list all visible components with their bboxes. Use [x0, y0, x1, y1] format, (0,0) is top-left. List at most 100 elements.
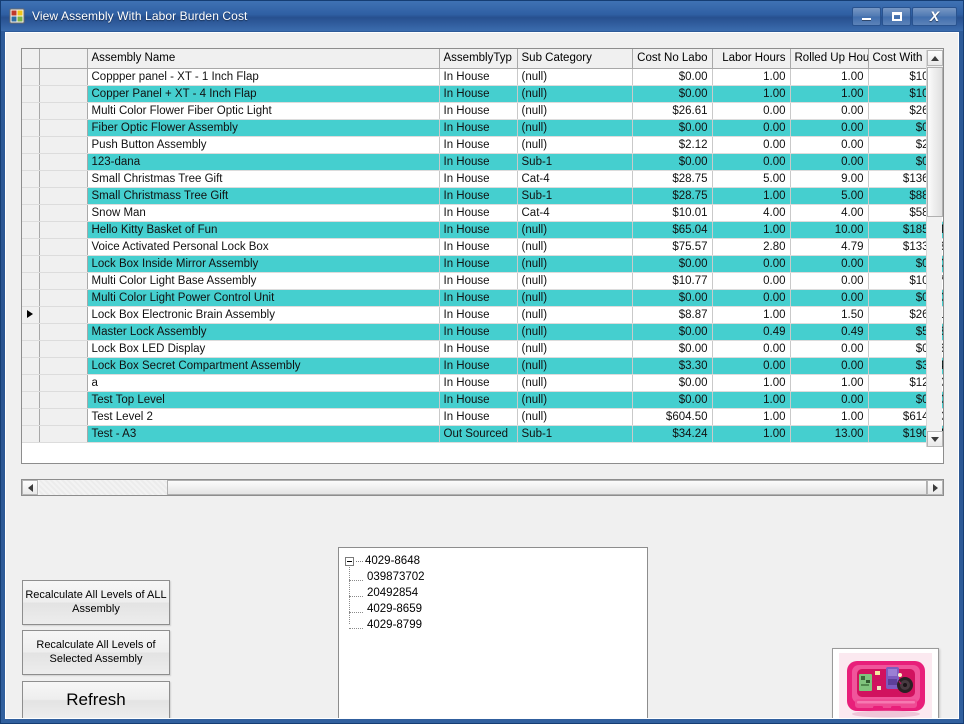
cell-assembly-type[interactable]: In House — [439, 221, 518, 239]
table-row[interactable]: Multi Color Light Power Control Unit In H… — [22, 289, 943, 307]
row-gutter-cell[interactable] — [39, 187, 88, 205]
cell-assembly-name[interactable]: Hello Kitty Basket of Fun — [87, 221, 440, 239]
row-selector-cell[interactable] — [22, 204, 40, 222]
cell-labor-hours[interactable]: 1.00 — [712, 221, 791, 239]
cell-sub-category[interactable]: (null) — [517, 357, 633, 375]
column-header-cost-no-labor[interactable]: Cost No Labo — [632, 49, 713, 69]
cell-rolled-up-hours[interactable]: 0.00 — [790, 289, 869, 307]
row-selector-cell[interactable] — [22, 408, 40, 426]
recalculate-selected-assembly-button[interactable]: Recalculate All Levels of Selected Assem… — [22, 630, 170, 675]
cell-sub-category[interactable]: (null) — [517, 289, 633, 307]
cell-cost-no-labor[interactable]: $8.87 — [632, 306, 713, 324]
cell-assembly-type[interactable]: In House — [439, 408, 518, 426]
cell-sub-category[interactable]: Cat-4 — [517, 204, 633, 222]
row-gutter-cell[interactable] — [39, 323, 88, 341]
cell-cost-no-labor[interactable]: $10.77 — [632, 272, 713, 290]
cell-labor-hours[interactable]: 0.00 — [712, 153, 791, 171]
row-selector-cell[interactable] — [22, 357, 40, 375]
cell-sub-category[interactable]: (null) — [517, 85, 633, 103]
cell-sub-category[interactable]: (null) — [517, 340, 633, 358]
cell-sub-category[interactable]: (null) — [517, 408, 633, 426]
cell-assembly-name[interactable]: Multi Color Light Base Assembly — [87, 272, 440, 290]
cell-sub-category[interactable]: (null) — [517, 391, 633, 409]
column-header-assembly-name[interactable]: Assembly Name — [87, 49, 440, 69]
row-selector-cell[interactable] — [22, 119, 40, 137]
cell-rolled-up-hours[interactable]: 0.49 — [790, 323, 869, 341]
grid-horizontal-scrollbar[interactable] — [21, 479, 944, 496]
cell-rolled-up-hours[interactable]: 1.00 — [790, 85, 869, 103]
row-gutter-cell[interactable] — [39, 238, 88, 256]
cell-cost-no-labor[interactable]: $604.50 — [632, 408, 713, 426]
cell-rolled-up-hours[interactable]: 13.00 — [790, 425, 869, 443]
cell-rolled-up-hours[interactable]: 0.00 — [790, 357, 869, 375]
minimize-button[interactable] — [852, 6, 881, 26]
cell-cost-no-labor[interactable]: $65.04 — [632, 221, 713, 239]
cell-labor-hours[interactable]: 0.00 — [712, 340, 791, 358]
cell-labor-hours[interactable]: 1.00 — [712, 425, 791, 443]
grid-vertical-scrollbar[interactable] — [926, 50, 943, 447]
scroll-up-button[interactable] — [927, 50, 943, 66]
cell-sub-category[interactable]: (null) — [517, 102, 633, 120]
cell-sub-category[interactable]: (null) — [517, 255, 633, 273]
cell-sub-category[interactable]: (null) — [517, 306, 633, 324]
table-row[interactable]: Hello Kitty Basket of Fun In House (null) $… — [22, 221, 943, 239]
row-selector-cell[interactable] — [22, 323, 40, 341]
table-row[interactable]: Multi Color Flower Fiber Optic Light In H… — [22, 102, 943, 120]
tree-child-node[interactable]: 4029-8659 — [349, 601, 647, 617]
cell-assembly-name[interactable]: Multi Color Flower Fiber Optic Light — [87, 102, 440, 120]
table-row[interactable]: Lock Box Inside Mirror Assembly In House(… — [22, 255, 943, 273]
cell-assembly-type[interactable]: In House — [439, 170, 518, 188]
cell-rolled-up-hours[interactable]: 9.00 — [790, 170, 869, 188]
cell-assembly-type[interactable]: In House — [439, 238, 518, 256]
cell-assembly-type[interactable]: In House — [439, 255, 518, 273]
cell-assembly-name[interactable]: Test Level 2 — [87, 408, 440, 426]
cell-cost-no-labor[interactable]: $3.30 — [632, 357, 713, 375]
cell-labor-hours[interactable]: 0.00 — [712, 289, 791, 307]
cell-assembly-name[interactable]: Test Top Level — [87, 391, 440, 409]
cell-assembly-name[interactable]: Copper Panel + XT - 4 Inch Flap — [87, 85, 440, 103]
cell-assembly-type[interactable]: In House — [439, 374, 518, 392]
grid-corner-cell-2[interactable] — [39, 49, 88, 69]
row-gutter-cell[interactable] — [39, 204, 88, 222]
table-row[interactable]: Small Christmass Tree Gift In House Sub-1 $… — [22, 187, 943, 205]
table-row[interactable]: Fiber Optic Flower Assembly In House (null… — [22, 119, 943, 137]
cell-assembly-type[interactable]: In House — [439, 289, 518, 307]
row-gutter-cell[interactable] — [39, 136, 88, 154]
cell-assembly-name[interactable]: Coppper panel - XT - 1 Inch Flap — [87, 68, 440, 86]
row-gutter-cell[interactable] — [39, 374, 88, 392]
row-gutter-cell[interactable] — [39, 408, 88, 426]
cell-assembly-name[interactable]: Lock Box Secret Compartment Assembly — [87, 357, 440, 375]
cell-assembly-name[interactable]: Voice Activated Personal Lock Box — [87, 238, 440, 256]
cell-rolled-up-hours[interactable]: 4.79 — [790, 238, 869, 256]
cell-assembly-type[interactable]: In House — [439, 153, 518, 171]
row-gutter-cell[interactable] — [39, 272, 88, 290]
cell-cost-no-labor[interactable]: $0.00 — [632, 340, 713, 358]
cell-cost-no-labor[interactable]: $2.12 — [632, 136, 713, 154]
row-gutter-cell[interactable] — [39, 170, 88, 188]
cell-assembly-name[interactable]: Snow Man — [87, 204, 440, 222]
cell-sub-category[interactable]: Cat-4 — [517, 170, 633, 188]
row-gutter-cell[interactable] — [39, 357, 88, 375]
row-selector-cell[interactable] — [22, 136, 40, 154]
cell-assembly-name[interactable]: Small Christmas Tree Gift — [87, 170, 440, 188]
cell-sub-category[interactable]: (null) — [517, 68, 633, 86]
cell-labor-hours[interactable]: 1.00 — [712, 85, 791, 103]
table-row[interactable]: Test Top Level In House (null) $0.00 1.00 0.0… — [22, 391, 943, 409]
table-row[interactable]: Lock Box Electronic Brain Assembly In Hou… — [22, 306, 943, 324]
cell-cost-no-labor[interactable]: $10.01 — [632, 204, 713, 222]
cell-assembly-type[interactable]: In House — [439, 357, 518, 375]
row-selector-cell[interactable] — [22, 102, 40, 120]
cell-cost-no-labor[interactable]: $0.00 — [632, 119, 713, 137]
refresh-button[interactable]: Refresh — [22, 681, 170, 718]
title-bar[interactable]: View Assembly With Labor Burden Cost X — [1, 1, 963, 31]
scroll-left-button[interactable] — [22, 480, 38, 495]
cell-cost-no-labor[interactable]: $34.24 — [632, 425, 713, 443]
row-gutter-cell[interactable] — [39, 340, 88, 358]
cell-rolled-up-hours[interactable]: 1.00 — [790, 374, 869, 392]
cell-labor-hours[interactable]: 0.00 — [712, 136, 791, 154]
tree-root-node[interactable]: 4029-8648 — [345, 553, 647, 569]
cell-labor-hours[interactable]: 2.80 — [712, 238, 791, 256]
cell-sub-category[interactable]: (null) — [517, 238, 633, 256]
row-selector-cell[interactable] — [22, 170, 40, 188]
assembly-data-grid[interactable]: Assembly Name AssemblyTyp Sub Category C… — [21, 48, 944, 464]
